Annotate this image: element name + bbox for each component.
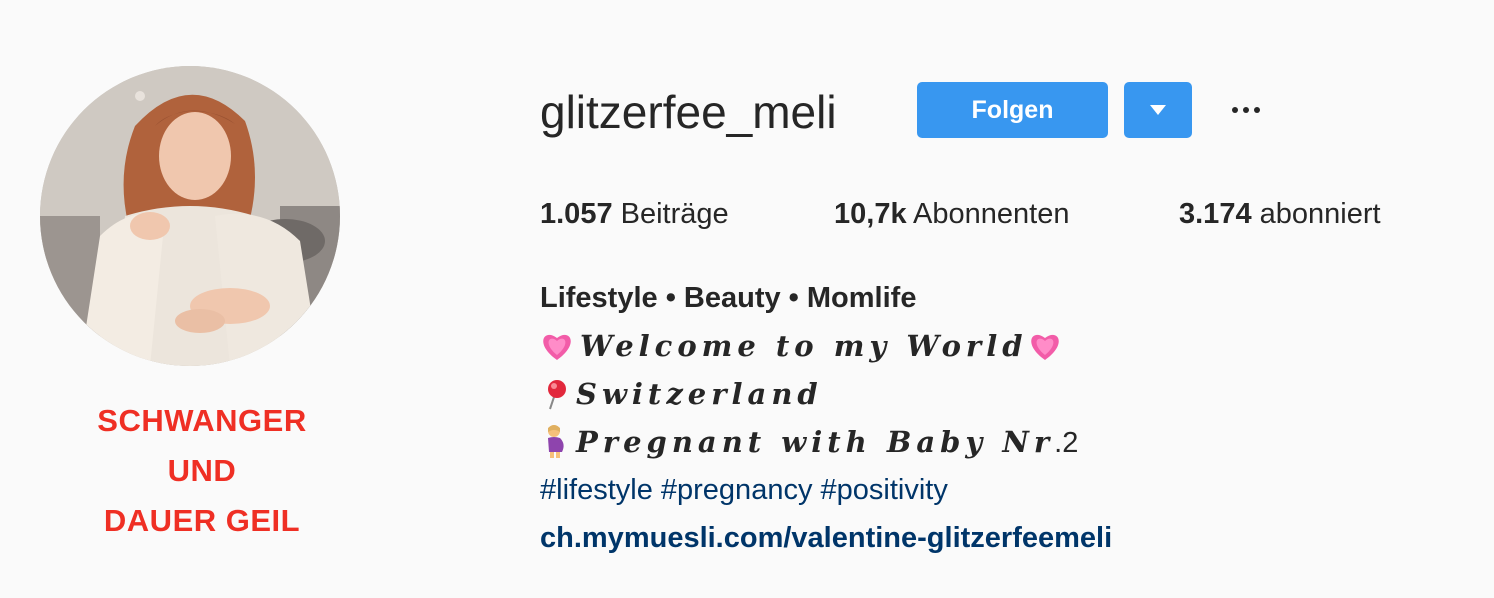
stat-count: 1.057	[540, 198, 613, 230]
profile-page: SCHWANGER UND DAUER GEIL glitzerfee_meli…	[0, 0, 1494, 598]
suggestions-dropdown-button[interactable]	[1124, 82, 1192, 138]
bio-line-welcome: Welcome to my World	[540, 322, 1440, 370]
stat-label: Beiträge	[620, 198, 729, 230]
profile-avatar[interactable]	[40, 66, 340, 366]
bio-pregnant-suffix: .2	[1054, 427, 1079, 459]
stat-following[interactable]: 3.174 abonniert	[1179, 192, 1381, 236]
caption-line: UND	[167, 453, 237, 488]
bio-website: ch.mymuesli.com/valentine-glitzerfeemeli	[540, 514, 1440, 562]
bio-welcome-text: Welcome to my World	[580, 329, 1028, 363]
stat-count: 10,7k	[834, 198, 907, 230]
profile-username: glitzerfee_meli	[540, 86, 837, 138]
bio-location-text: Switzerland	[576, 377, 823, 411]
stat-followers[interactable]: 10,7k Abonnenten	[834, 192, 1069, 236]
stat-label: Abonnenten	[913, 198, 1070, 230]
hashtag-link[interactable]: #lifestyle	[540, 474, 653, 506]
bio-pregnant-text: Pregnant with Baby Nr	[576, 425, 1055, 459]
ellipsis-icon	[1232, 107, 1260, 113]
hashtag-link[interactable]: #positivity	[821, 474, 948, 506]
triangle-down-icon	[1150, 105, 1166, 115]
bio-hashtags: #lifestyle #pregnancy #positivity	[540, 466, 1440, 514]
pink-heart-icon	[1028, 329, 1062, 377]
caption-line: SCHWANGER	[97, 403, 307, 438]
stat-count: 3.174	[1179, 198, 1252, 230]
profile-bio: Lifestyle • Beauty • Momlife Welcome to …	[540, 274, 1440, 562]
hashtag-link[interactable]: #pregnancy	[661, 474, 813, 506]
caption-line: DAUER GEIL	[103, 503, 301, 538]
bio-title: Lifestyle • Beauty • Momlife	[540, 282, 917, 314]
stat-label: abonniert	[1259, 198, 1381, 230]
website-link[interactable]: ch.mymuesli.com/valentine-glitzerfeemeli	[540, 522, 1112, 554]
bio-line-location: Switzerland	[540, 370, 1440, 418]
avatar-caption: SCHWANGER UND DAUER GEIL	[40, 396, 364, 546]
stat-posts: 1.057 Beiträge	[540, 192, 729, 236]
more-options-button[interactable]	[1224, 88, 1268, 132]
bio-line-pregnant: Pregnant with Baby Nr.2	[540, 418, 1440, 466]
follow-button[interactable]: Folgen	[917, 82, 1108, 138]
avatar-photo	[40, 66, 340, 366]
